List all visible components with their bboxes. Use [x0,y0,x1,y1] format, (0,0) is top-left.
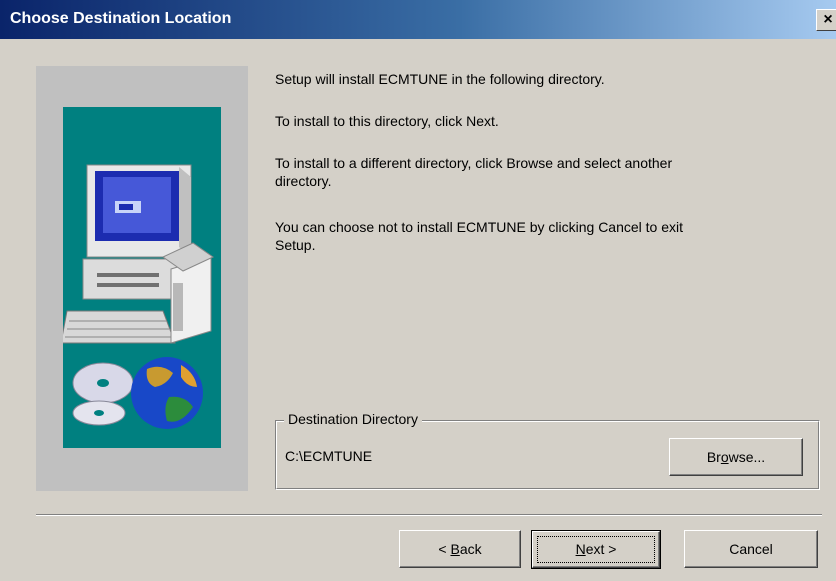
separator [36,514,822,516]
computer-illustration-icon [60,164,214,429]
title-bar: Choose Destination Location [0,0,836,39]
setup-illustration [60,107,221,448]
cancel-instruction: You can choose not to install ECMTUNE by… [275,218,815,254]
browse-instruction-line2: directory. [275,173,332,189]
focus-rectangle [537,536,655,563]
browse-label-pre: Br [706,449,721,465]
browse-label-mnemonic: o [720,449,729,465]
back-label-rest: ack [459,541,482,557]
cancel-instruction-line2: Setup. [275,237,316,253]
browse-label-post: wse... [728,449,766,465]
back-button[interactable]: < Back [399,530,521,568]
back-label-prefix: < [438,541,451,557]
intro-text: Setup will install ECMTUNE in the follow… [275,71,605,87]
cancel-button[interactable]: Cancel [684,530,818,568]
browse-instruction: To install to a different directory, cli… [275,154,815,190]
browse-instruction-line1: To install to a different directory, cli… [275,155,673,171]
browse-button[interactable]: Browse... [669,438,803,476]
destination-legend: Destination Directory [284,411,422,427]
close-button[interactable]: × [816,9,836,31]
cancel-label: Cancel [729,541,773,557]
close-icon: × [823,11,833,28]
next-instruction: To install to this directory, click Next… [275,113,499,129]
cancel-instruction-line1: You can choose not to install ECMTUNE by… [275,219,684,235]
next-button[interactable]: Next > [531,530,661,569]
window-title: Choose Destination Location [10,10,232,27]
image-panel [36,66,248,491]
destination-path: C:\ECMTUNE [285,448,373,464]
back-label-mnemonic: B [450,541,460,557]
